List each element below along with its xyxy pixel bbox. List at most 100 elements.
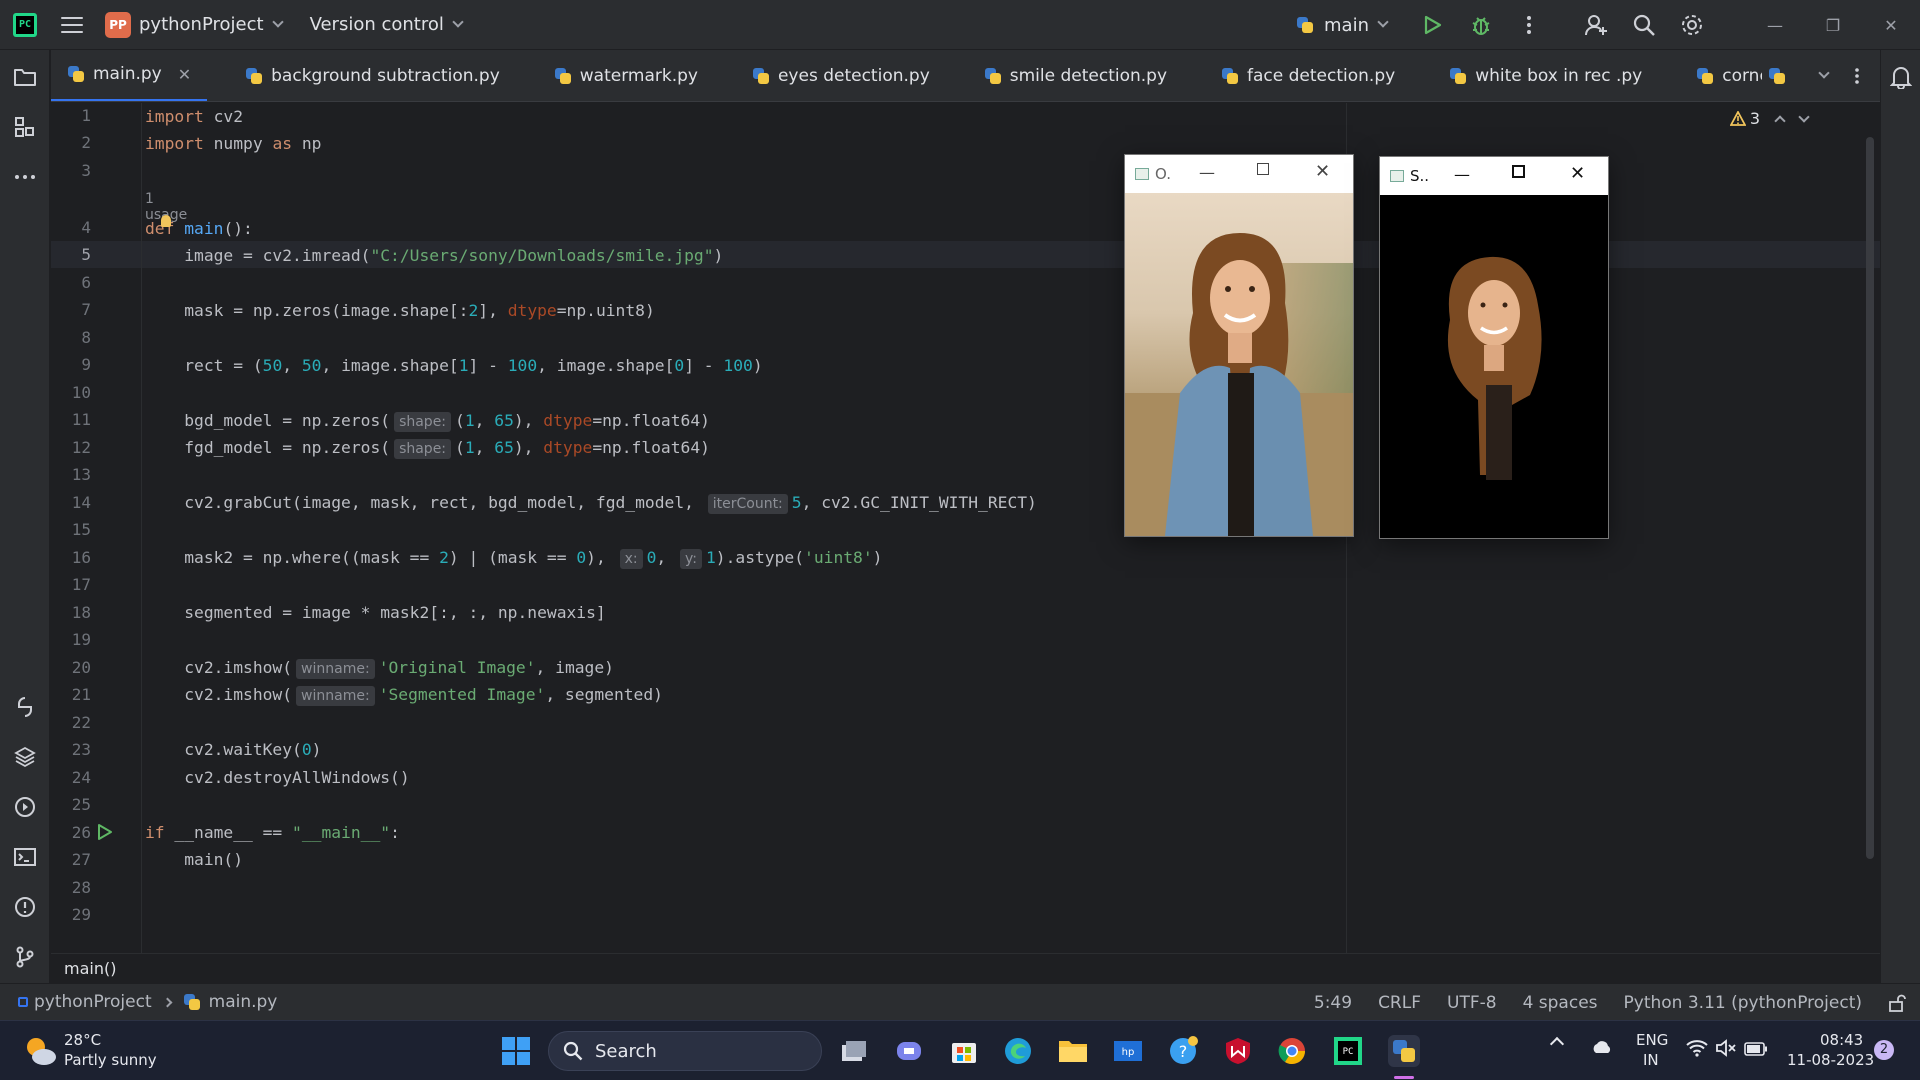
search-icon[interactable] bbox=[1629, 10, 1659, 40]
battery-icon[interactable] bbox=[1744, 1041, 1768, 1060]
file-explorer-icon[interactable] bbox=[1057, 1035, 1089, 1067]
main-menu-icon[interactable] bbox=[61, 16, 83, 33]
run-icon[interactable] bbox=[1418, 10, 1448, 40]
settings-gear-icon[interactable] bbox=[1677, 10, 1707, 40]
cv-window-titlebar[interactable]: O. — ✕ bbox=[1125, 155, 1353, 193]
segmented-image bbox=[1380, 195, 1608, 538]
right-toolbar bbox=[1880, 50, 1920, 983]
line-number: 18 bbox=[71, 603, 91, 622]
weather-temp[interactable]: 28°C bbox=[64, 1031, 101, 1049]
structure-icon[interactable] bbox=[10, 112, 40, 142]
mcafee-icon[interactable] bbox=[1222, 1035, 1254, 1067]
vcs-menu[interactable]: Version control bbox=[310, 14, 444, 35]
clock-date[interactable]: 11-08-2023 bbox=[1787, 1051, 1874, 1069]
more-vertical-icon[interactable] bbox=[1514, 10, 1544, 40]
close-tab-icon[interactable]: ✕ bbox=[178, 65, 191, 84]
myhp-app-icon[interactable]: hp bbox=[1112, 1035, 1144, 1067]
run-config-selector[interactable]: main bbox=[1324, 15, 1369, 36]
code-line-20: cv2.imshow(winname: 'Original Image', ima… bbox=[145, 658, 614, 679]
project-folder-icon[interactable] bbox=[10, 62, 40, 92]
file-encoding[interactable]: UTF-8 bbox=[1447, 993, 1497, 1013]
opencv-window-segmented[interactable]: S.. — ✕ bbox=[1380, 157, 1608, 538]
vertical-scrollbar[interactable] bbox=[1866, 137, 1874, 859]
line-number: 9 bbox=[81, 355, 91, 374]
problems-icon[interactable] bbox=[10, 892, 40, 922]
onedrive-cloud-icon[interactable] bbox=[1590, 1039, 1614, 1059]
caret-position[interactable]: 5:49 bbox=[1314, 993, 1352, 1013]
more-horizontal-icon[interactable] bbox=[10, 162, 40, 192]
cv-window-titlebar[interactable]: S.. — ✕ bbox=[1380, 157, 1608, 195]
project-badge[interactable]: PP bbox=[105, 11, 131, 38]
terminal-icon[interactable] bbox=[10, 842, 40, 872]
tab-label: eyes detection.py bbox=[777, 65, 930, 86]
status-file[interactable]: main.py bbox=[209, 992, 278, 1012]
volume-muted-icon[interactable] bbox=[1715, 1039, 1737, 1061]
tab-background-subtraction[interactable]: background subtraction.py bbox=[229, 50, 516, 101]
chevron-down-icon[interactable] bbox=[452, 15, 464, 28]
title-bar: PC PP pythonProject Version control main bbox=[0, 0, 1920, 50]
task-view-icon[interactable] bbox=[838, 1035, 870, 1067]
cv-close-button[interactable]: ✕ bbox=[1315, 161, 1330, 182]
edge-browser-icon[interactable] bbox=[1002, 1035, 1034, 1067]
python-app-active-icon[interactable] bbox=[1388, 1035, 1420, 1067]
weather-desc[interactable]: Partly sunny bbox=[64, 1051, 157, 1069]
tab-main-py[interactable]: main.py ✕ bbox=[51, 50, 208, 101]
microsoft-store-icon[interactable] bbox=[948, 1035, 980, 1067]
next-highlight-icon[interactable] bbox=[1798, 110, 1810, 123]
active-app-indicator bbox=[1394, 1076, 1414, 1079]
tab-face-detection[interactable]: face detection.py bbox=[1205, 50, 1411, 101]
language-bottom[interactable]: IN bbox=[1643, 1051, 1659, 1069]
services-icon[interactable] bbox=[10, 792, 40, 822]
inspection-widget[interactable]: 3 bbox=[1729, 109, 1810, 128]
cv-minimize-button[interactable]: — bbox=[1454, 165, 1470, 184]
chrome-icon[interactable] bbox=[1276, 1035, 1308, 1067]
help-app-icon[interactable]: ? bbox=[1167, 1035, 1199, 1067]
add-user-icon[interactable] bbox=[1581, 10, 1611, 40]
git-icon[interactable] bbox=[10, 942, 40, 972]
teams-chat-icon[interactable] bbox=[893, 1035, 925, 1067]
debug-icon[interactable] bbox=[1466, 10, 1496, 40]
tab-white-box-in-rec[interactable]: white box in rec .py bbox=[1433, 50, 1658, 101]
notification-count-badge[interactable]: 2 bbox=[1874, 1040, 1894, 1060]
python-interpreter[interactable]: Python 3.11 (pythonProject) bbox=[1624, 993, 1862, 1013]
taskbar-search[interactable]: Search bbox=[548, 1031, 822, 1071]
indent-setting[interactable]: 4 spaces bbox=[1523, 993, 1598, 1013]
wifi-icon[interactable] bbox=[1686, 1039, 1708, 1061]
tab-eyes-detection[interactable]: eyes detection.py bbox=[736, 50, 946, 101]
opencv-window-original[interactable]: O. — ✕ bbox=[1125, 155, 1353, 536]
code-line-11: bgd_model = np.zeros(shape: (1, 65), dtyp… bbox=[145, 411, 710, 432]
line-number: 8 bbox=[81, 328, 91, 347]
line-number: 15 bbox=[71, 520, 91, 539]
cv-maximize-button[interactable] bbox=[1257, 163, 1269, 175]
windows-start-icon[interactable] bbox=[500, 1035, 532, 1067]
chevron-down-icon[interactable] bbox=[271, 15, 284, 28]
chevron-down-icon[interactable] bbox=[1377, 16, 1389, 28]
prev-highlight-icon[interactable] bbox=[1774, 114, 1786, 127]
lightbulb-icon[interactable] bbox=[161, 215, 171, 227]
project-selector[interactable]: pythonProject bbox=[139, 14, 264, 35]
tab-watermark[interactable]: watermark.py bbox=[538, 50, 714, 101]
tab-list-chevron-icon[interactable] bbox=[1818, 67, 1830, 79]
notifications-bell-icon[interactable] bbox=[1886, 62, 1916, 92]
pycharm-taskbar-icon[interactable]: PC bbox=[1332, 1035, 1364, 1067]
close-window-button[interactable]: ✕ bbox=[1862, 0, 1920, 50]
run-gutter-icon[interactable] bbox=[97, 823, 113, 841]
weather-partly-sunny-icon[interactable] bbox=[22, 1033, 58, 1069]
python-packages-icon[interactable] bbox=[10, 742, 40, 772]
cv-maximize-button[interactable] bbox=[1512, 165, 1525, 178]
tabs-more-icon[interactable] bbox=[1854, 67, 1860, 85]
language-top[interactable]: ENG bbox=[1636, 1031, 1668, 1049]
line-number: 4 bbox=[81, 218, 91, 237]
clock-time[interactable]: 08:43 bbox=[1820, 1031, 1863, 1049]
python-console-icon[interactable] bbox=[10, 692, 40, 722]
cv-minimize-button[interactable]: — bbox=[1199, 163, 1215, 182]
status-project[interactable]: pythonProject bbox=[34, 992, 152, 1012]
lock-open-icon[interactable] bbox=[1888, 994, 1906, 1012]
restore-button[interactable]: ❐ bbox=[1804, 0, 1862, 50]
tab-smile-detection[interactable]: smile detection.py bbox=[968, 50, 1183, 101]
code-breadcrumb[interactable]: main() bbox=[51, 953, 1880, 983]
minimize-button[interactable]: — bbox=[1746, 0, 1804, 50]
line-separator[interactable]: CRLF bbox=[1378, 993, 1421, 1013]
cv-close-button[interactable]: ✕ bbox=[1570, 163, 1585, 184]
show-hidden-icons-chevron[interactable] bbox=[1549, 1036, 1565, 1052]
